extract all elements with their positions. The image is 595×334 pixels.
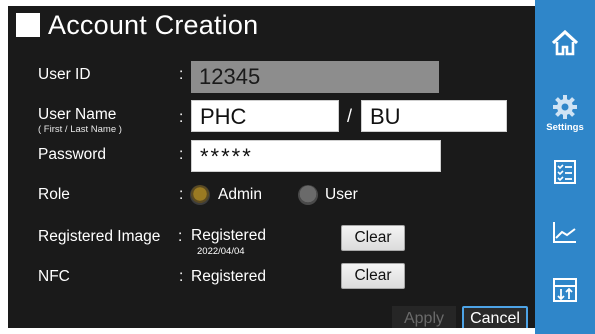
- user-name-label: User Name: [38, 106, 117, 123]
- registered-image-date: 2022/04/04: [197, 246, 245, 257]
- colon: :: [178, 228, 183, 245]
- clear-nfc-button[interactable]: Clear: [341, 263, 405, 289]
- role-user-label[interactable]: User: [325, 186, 358, 204]
- registered-image-status: Registered: [191, 227, 266, 244]
- role-admin-label[interactable]: Admin: [218, 186, 262, 204]
- sidebar: Settings: [535, 0, 595, 334]
- sidebar-item-transfer[interactable]: [535, 268, 595, 312]
- colon: :: [179, 186, 184, 203]
- sidebar-item-checklist[interactable]: [535, 150, 595, 194]
- nfc-status: Registered: [191, 268, 266, 285]
- password-label: Password: [38, 146, 107, 163]
- nfc-label: NFC: [38, 268, 70, 285]
- user-id-label: User ID: [38, 66, 91, 83]
- password-input[interactable]: *****: [191, 140, 441, 172]
- colon: :: [179, 268, 184, 285]
- cancel-button[interactable]: Cancel: [462, 306, 528, 328]
- registered-image-label: Registered Image: [38, 228, 161, 245]
- role-admin-radio[interactable]: [190, 185, 210, 205]
- last-name-input[interactable]: BU: [361, 100, 507, 132]
- role-label: Role: [38, 186, 70, 203]
- sidebar-item-chart[interactable]: [535, 210, 595, 254]
- title-bar: Account Creation: [8, 6, 535, 44]
- line-chart-icon: [553, 222, 576, 243]
- apply-button[interactable]: Apply: [392, 306, 456, 328]
- gear-icon: [553, 94, 577, 119]
- colon: :: [179, 109, 184, 126]
- page-title: Account Creation: [48, 9, 259, 40]
- name-separator: /: [347, 106, 353, 126]
- sidebar-item-label: Settings: [546, 121, 584, 133]
- colon: :: [179, 66, 184, 83]
- sidebar-item-settings[interactable]: Settings: [535, 88, 595, 138]
- checklist-icon: [554, 160, 576, 184]
- role-user-radio[interactable]: [298, 185, 318, 205]
- user-name-sublabel: ( First / Last Name ): [38, 124, 122, 135]
- main-panel: Account Creation User ID : 12345 User Na…: [8, 6, 535, 328]
- clear-image-button[interactable]: Clear: [341, 225, 405, 251]
- colon: :: [179, 146, 184, 163]
- first-name-input[interactable]: PHC: [191, 100, 339, 132]
- sidebar-item-home[interactable]: [535, 20, 595, 66]
- account-creation-screen: Account Creation User ID : 12345 User Na…: [0, 0, 595, 334]
- sort-transfer-icon: [553, 278, 577, 302]
- user-id-field: 12345: [191, 61, 439, 93]
- title-square-icon: [16, 13, 40, 37]
- home-icon: [551, 29, 579, 56]
